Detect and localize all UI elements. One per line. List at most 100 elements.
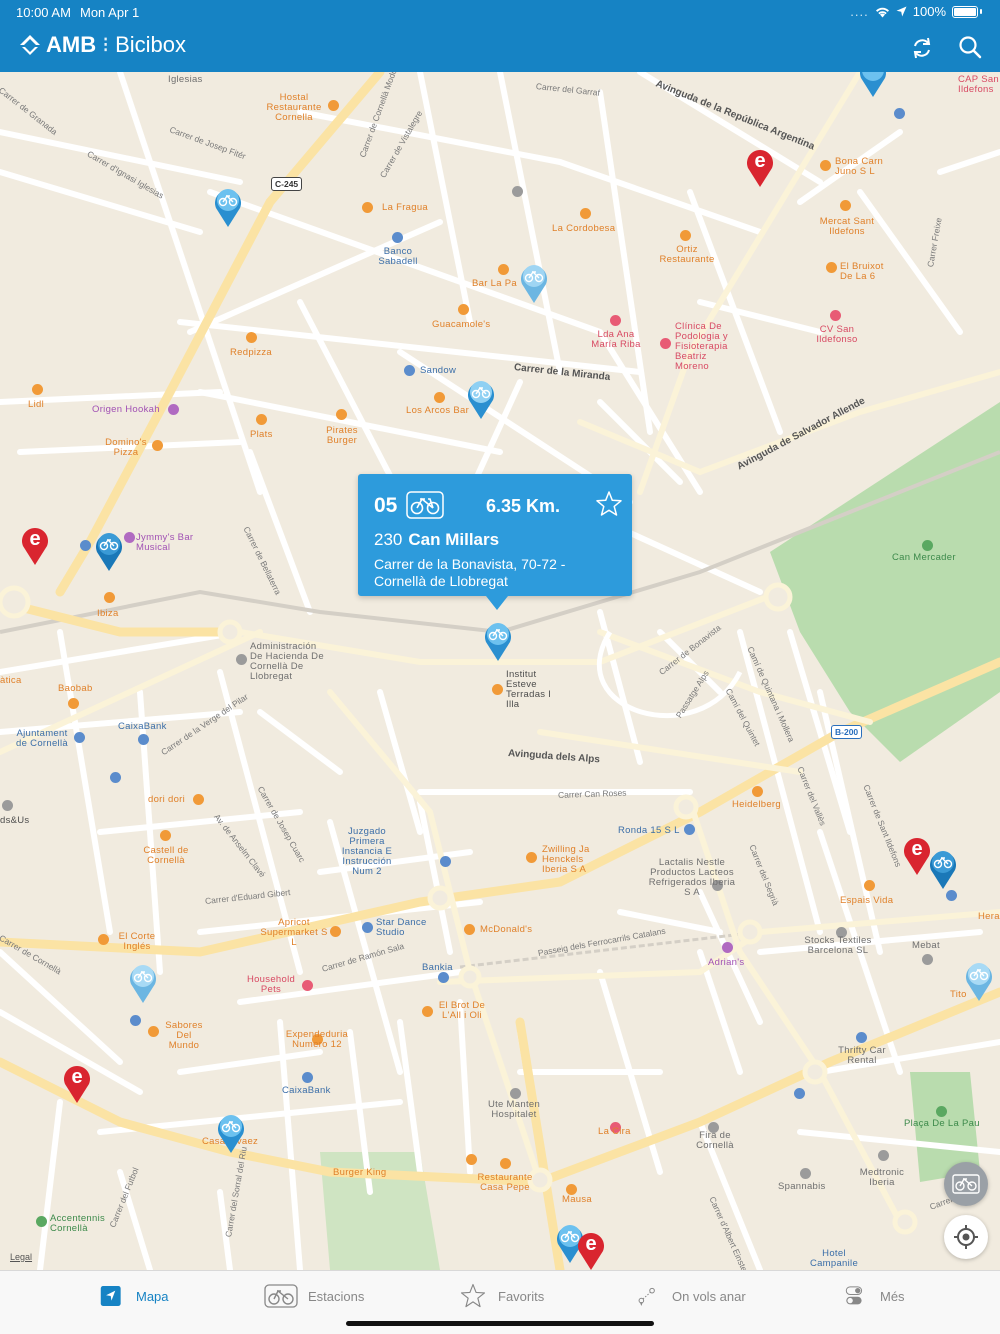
brand-separator: ⁝	[102, 32, 110, 57]
place-label: Ortiz Restaurante	[659, 244, 715, 265]
restaurant-icon	[148, 1026, 159, 1037]
ebike-station-pin[interactable]: e	[745, 146, 775, 188]
place-label: Los Arcos Bar	[406, 405, 470, 416]
shop-icon	[98, 934, 109, 945]
bike-station-pin[interactable]	[964, 960, 994, 1002]
ebike-pin-icon: e	[64, 1066, 90, 1103]
bike-station-pin[interactable]	[466, 378, 496, 420]
ebike-station-pin[interactable]: e	[902, 834, 932, 876]
svg-text:e: e	[585, 1233, 596, 1255]
place-label: Ute Manten Hospitalet	[487, 1099, 541, 1120]
tab-favorits[interactable]: Favorits	[458, 1281, 544, 1311]
place-label: Jymmy's Bar Musical	[136, 532, 194, 553]
bus-icon	[80, 540, 91, 551]
court-icon	[440, 856, 451, 867]
place-label: El Bruixot De La 6	[840, 261, 884, 282]
place-label: Sandow	[420, 365, 457, 376]
map-base[interactable]	[0, 72, 1000, 1270]
bike-pin-icon	[130, 965, 156, 1003]
place-label: Zwilling Ja Henckels Iberia S A	[542, 844, 590, 875]
pet-shop-icon	[302, 980, 313, 991]
place-label: Ronda 15 S L	[618, 825, 680, 836]
place-label: Pirates Burger	[326, 425, 358, 446]
app-logo: AMB ⁝ Bicibox	[18, 32, 186, 58]
status-right: .... 100%	[850, 4, 982, 19]
bike-station-pin[interactable]	[519, 262, 549, 304]
poi-icon	[2, 800, 13, 811]
restaurant-icon	[580, 208, 591, 219]
restaurant-icon	[680, 230, 691, 241]
place-label: dori dori	[148, 794, 186, 805]
app-root: 10:00 AM Mon Apr 1 .... 100% AMB ⁝ Bicib…	[0, 0, 1000, 1334]
bike-station-pin-selected[interactable]	[483, 620, 513, 662]
place-label: Lda Ana María Riba	[591, 329, 641, 350]
place-label: Origen Hookah	[92, 404, 160, 415]
bike-station-pin[interactable]	[928, 848, 958, 890]
park-icon	[936, 1106, 947, 1117]
ebike-pin-icon: e	[904, 838, 930, 875]
tab-mes[interactable]: Més	[844, 1281, 905, 1311]
business-icon	[684, 824, 695, 835]
parking-icon	[794, 1088, 805, 1099]
place-label: ds&Us	[0, 815, 30, 826]
gym-icon	[404, 365, 415, 376]
place-label: Bankia	[422, 962, 453, 973]
star-outline-icon[interactable]	[595, 490, 623, 518]
restaurant-icon	[464, 924, 475, 935]
school-icon	[492, 684, 503, 695]
station-distance: 6.35 Km.	[486, 496, 561, 516]
place-label: Espais Vida	[840, 895, 894, 906]
station-address-line1: Carrer de la Bonavista, 70-72 -	[374, 556, 566, 572]
tab-mapa[interactable]: Mapa	[100, 1281, 169, 1311]
ebike-station-pin[interactable]: e	[576, 1229, 606, 1270]
museum-icon	[160, 830, 171, 841]
station-number: 230	[374, 530, 403, 549]
place-label: Spannabis	[778, 1181, 826, 1192]
ebike-pin-icon: e	[578, 1233, 604, 1270]
bike-station-pin[interactable]	[94, 530, 124, 572]
bike-station-pin[interactable]	[213, 186, 243, 228]
place-label: Domino's Pizza	[105, 437, 147, 458]
restaurant-icon	[246, 332, 257, 343]
bike-station-pin[interactable]	[128, 962, 158, 1004]
bike-station-pin[interactable]	[858, 72, 888, 98]
place-label: Clínica De Podologia y Fisioterapia Beat…	[675, 321, 728, 372]
tab-estacions[interactable]: Estacions	[264, 1281, 364, 1311]
station-callout[interactable]: 05 6.35 Km. 230 Can Millars Carrer de la …	[358, 474, 632, 610]
station-code: 05	[374, 494, 398, 517]
bike-pin-icon	[96, 533, 122, 571]
home-indicator[interactable]	[346, 1321, 654, 1326]
place-label: Redpizza	[230, 347, 273, 358]
bike-station-pin[interactable]	[216, 1112, 246, 1154]
place-label: Ibiza	[97, 608, 119, 619]
map-view[interactable]: C-245 B-200 Carrer de Granada Carrer del…	[0, 72, 1000, 1270]
place-label: Iglesias	[168, 74, 203, 85]
tab-label: Mapa	[136, 1288, 169, 1304]
ebike-pin-icon: e	[22, 528, 48, 565]
legal-link[interactable]: Legal	[10, 1252, 32, 1262]
tab-label: On vols anar	[672, 1288, 746, 1304]
search-icon	[959, 36, 982, 59]
car-rental-icon	[856, 1032, 867, 1043]
tab-on-vols-anar[interactable]: On vols anar	[636, 1281, 746, 1311]
locate-button[interactable]	[944, 1215, 988, 1259]
place-label: Baobab	[58, 683, 93, 694]
restaurant-icon	[422, 1006, 433, 1017]
ebike-station-pin[interactable]: e	[62, 1062, 92, 1104]
bike-filter-button[interactable]	[944, 1162, 988, 1206]
place-label: Stocks Textiles Barcelona SL	[804, 935, 872, 956]
place-label: Adrian's	[708, 957, 745, 968]
place-label: CaixaBank	[282, 1085, 331, 1096]
place-label: Plats	[250, 429, 273, 440]
search-button[interactable]	[956, 34, 984, 62]
battery-icon	[952, 5, 978, 18]
refresh-button[interactable]	[908, 34, 936, 62]
place-label: Thrifty Car Rental	[838, 1045, 886, 1066]
amb-logo-icon	[20, 35, 40, 55]
poi-icon	[512, 186, 523, 197]
nightlife-icon	[124, 532, 135, 543]
ebike-station-pin[interactable]: e	[20, 524, 50, 566]
business-icon	[878, 1150, 889, 1161]
bike-pin-icon	[215, 189, 241, 227]
shop-icon	[840, 200, 851, 211]
